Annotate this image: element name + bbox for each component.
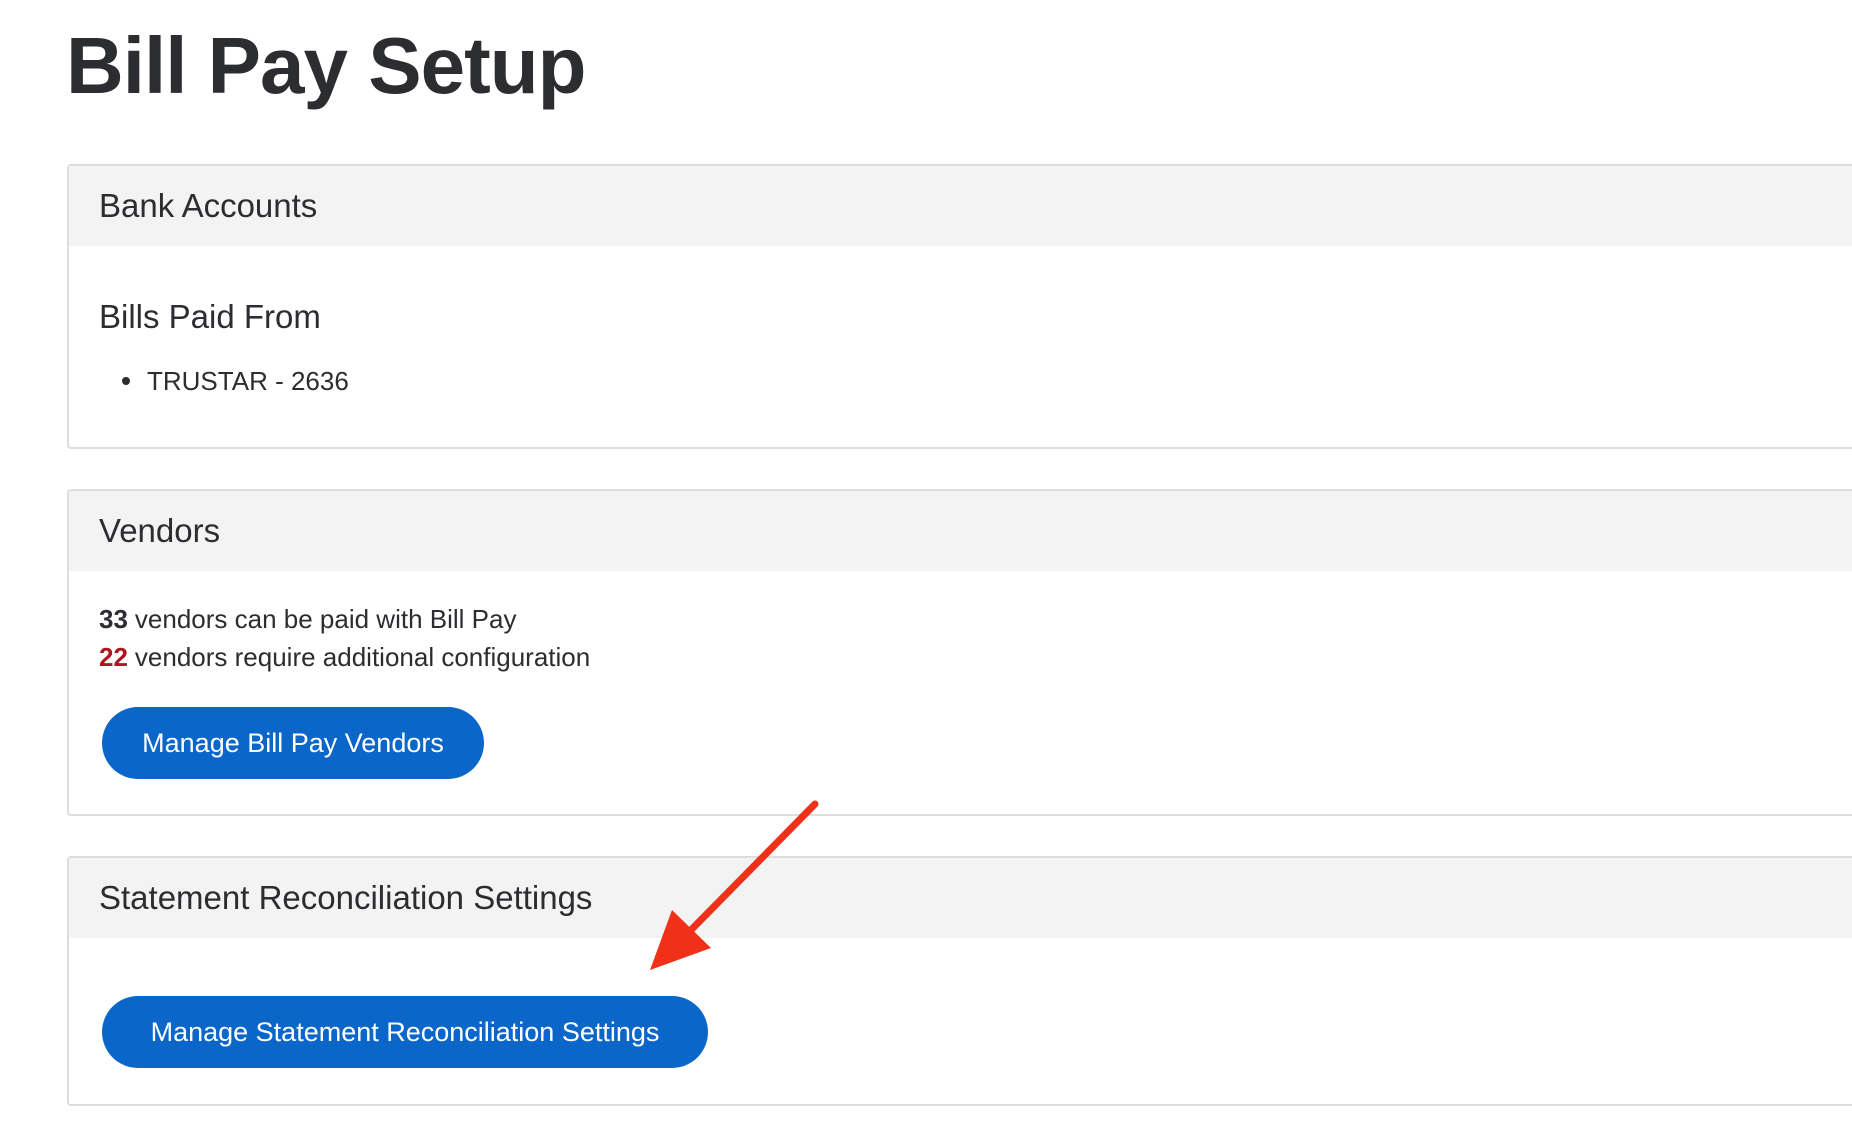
bank-accounts-header: Bank Accounts xyxy=(69,166,1852,246)
bill-pay-setup-page: Bill Pay Setup Bank Accounts Bills Paid … xyxy=(0,0,1852,1138)
bullet-icon xyxy=(122,377,130,385)
config-vendors-text: vendors require additional configuration xyxy=(134,642,591,672)
bills-paid-from-heading: Bills Paid From xyxy=(99,298,321,335)
payable-vendors-count: 33 xyxy=(99,604,128,634)
bank-accounts-card: Bank Accounts Bills Paid From TRUSTAR - … xyxy=(67,164,1852,449)
config-vendors-count: 22 xyxy=(99,642,128,672)
payable-vendors-stat: 33 vendors can be paid with Bill Pay xyxy=(99,604,516,635)
manage-statement-reconciliation-button[interactable]: Manage Statement Reconciliation Settings xyxy=(102,996,708,1068)
manage-bill-pay-vendors-button[interactable]: Manage Bill Pay Vendors xyxy=(102,707,484,779)
account-list: TRUSTAR - 2636 xyxy=(99,366,349,397)
account-name: TRUSTAR - 2636 xyxy=(147,366,349,396)
payable-vendors-text: vendors can be paid with Bill Pay xyxy=(134,604,517,634)
list-item: TRUSTAR - 2636 xyxy=(122,366,349,397)
config-vendors-stat: 22 vendors require additional configurati… xyxy=(99,642,590,673)
vendors-header: Vendors xyxy=(69,491,1852,571)
page-title: Bill Pay Setup xyxy=(66,21,586,110)
statement-reconciliation-header: Statement Reconciliation Settings xyxy=(69,858,1852,938)
vendors-card: Vendors 33 vendors can be paid with Bill … xyxy=(67,489,1852,816)
statement-reconciliation-card: Statement Reconciliation Settings Manage… xyxy=(67,856,1852,1106)
